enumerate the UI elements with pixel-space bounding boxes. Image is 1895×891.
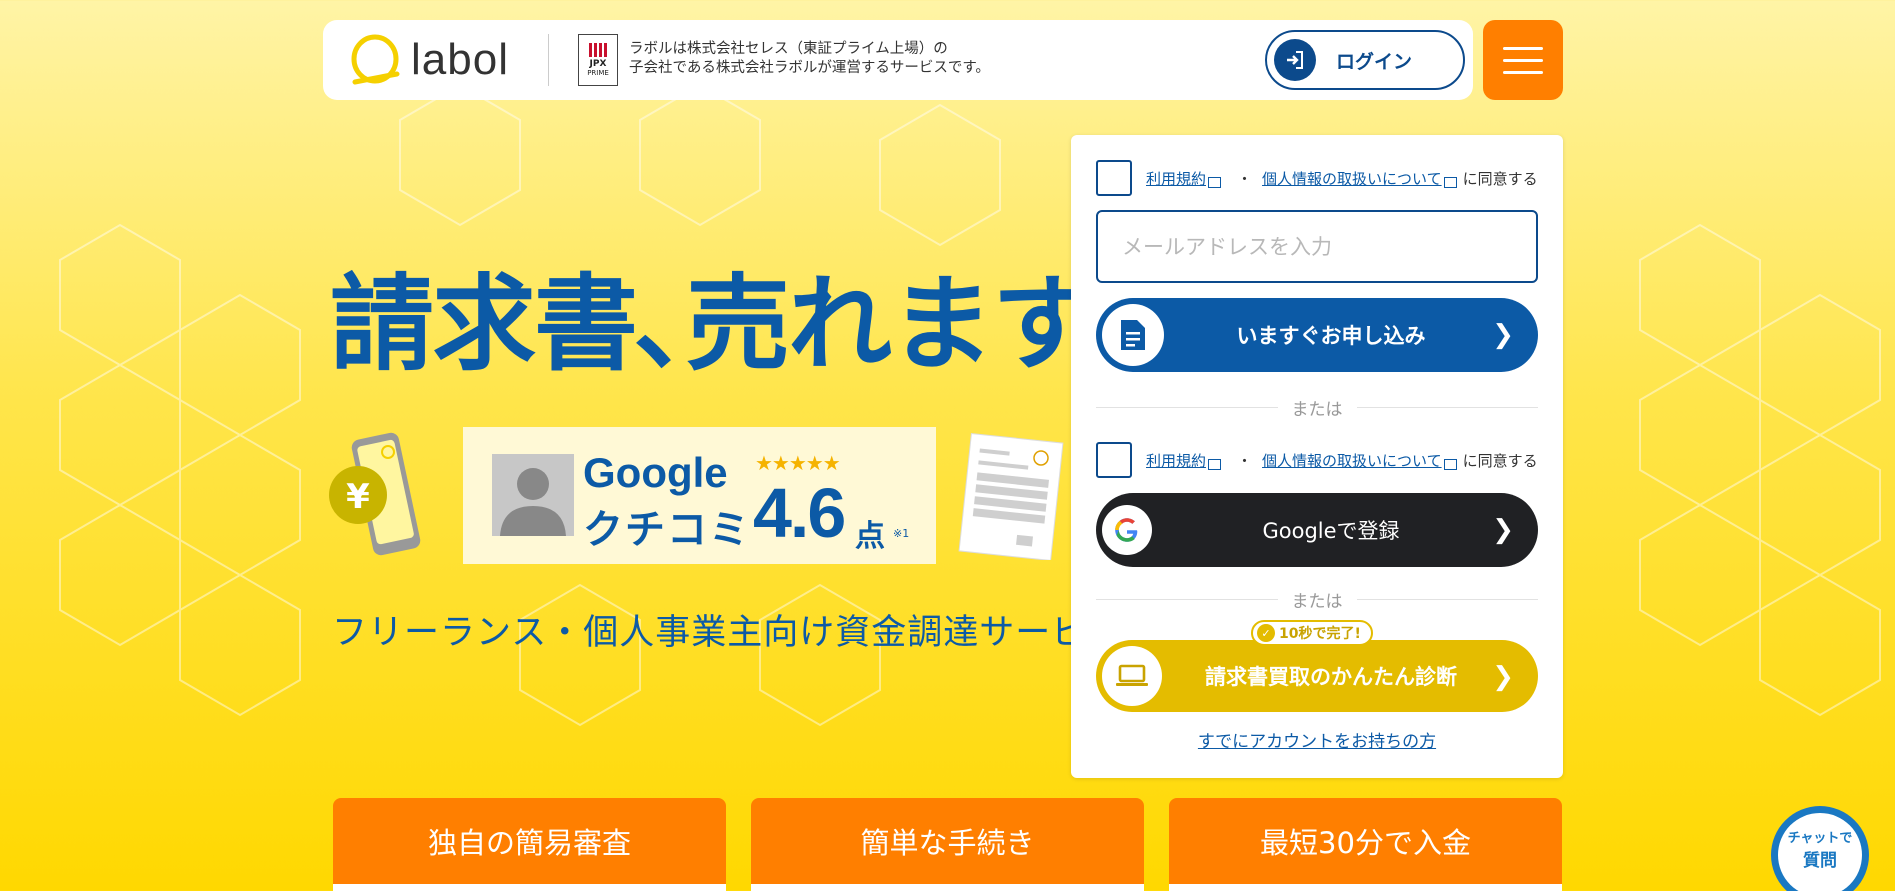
- existing-account-link[interactable]: すでにアカウントをお持ちの方: [1071, 727, 1563, 752]
- labol-logo[interactable]: labol: [347, 30, 527, 90]
- or-label: または: [1291, 592, 1343, 612]
- jpx-bars-icon: [589, 43, 607, 57]
- login-label: ログイン: [1336, 50, 1413, 73]
- header-divider: [548, 34, 549, 86]
- agree-terms-row-1: 利用規約 ・ 個人情報の取扱いについて に同意する: [1096, 160, 1538, 196]
- or-label: または: [1291, 400, 1343, 420]
- hamburger-menu-button[interactable]: [1483, 20, 1563, 100]
- terms-link[interactable]: 利用規約: [1146, 450, 1206, 471]
- feature-label: 簡単な手続き: [860, 826, 1035, 860]
- hexagon-background: [59, 83, 1881, 727]
- chevron-right-icon: ❯: [1492, 320, 1514, 350]
- or-separator-1: または: [1096, 395, 1538, 420]
- logo-text: labol: [411, 35, 509, 84]
- agree-suffix: に同意する: [1462, 169, 1538, 188]
- feature-tab-procedure: 簡単な手続き: [751, 798, 1144, 891]
- company-note: ラボルは株式会社セレス（東証プライム上場）の 子会社である株式会社ラボルが運営す…: [629, 40, 1049, 78]
- check-icon: ✓: [1257, 624, 1275, 642]
- apply-now-button[interactable]: いますぐお申し込み ❯: [1096, 298, 1538, 372]
- feature-body: [333, 884, 726, 891]
- external-link-icon: [1443, 458, 1457, 470]
- google-review-box: Google クチコミ ★★★★★ 4.6 点 ※1: [463, 427, 936, 564]
- person-icon: [500, 468, 566, 536]
- agree-checkbox-1[interactable]: [1096, 160, 1132, 196]
- site-header: labol JPX PRIME ラボルは株式会社セレス（東証プライム上場）の 子…: [323, 20, 1473, 100]
- jpx-sub-label: PRIME: [587, 69, 609, 77]
- agree-checkbox-2[interactable]: [1096, 442, 1132, 478]
- dot-separator: ・: [1237, 169, 1253, 188]
- feature-tab-payment: 最短30分で入金: [1169, 798, 1562, 891]
- privacy-link[interactable]: 個人情報の取扱いについて: [1262, 450, 1442, 471]
- feature-label: 独自の簡易審査: [427, 826, 631, 860]
- external-link-icon: [1208, 458, 1222, 470]
- logo-mark-icon: [351, 34, 400, 85]
- chat-question-button[interactable]: チャットで 質問: [1771, 806, 1869, 891]
- laptop-icon: [1102, 646, 1162, 706]
- rating-stars: ★★★★★: [755, 451, 841, 475]
- or-separator-2: または: [1096, 587, 1538, 612]
- quick-diagnosis-label: 請求書買取のかんたん診断: [1205, 665, 1457, 689]
- signup-card: 利用規約 ・ 個人情報の取扱いについて に同意する いますぐお申し込み ❯ また…: [1071, 135, 1563, 778]
- svg-text:¥: ¥: [346, 477, 370, 517]
- invoice-document-illustration: [958, 432, 1064, 560]
- feature-label: 最短30分で入金: [1260, 826, 1471, 860]
- login-button[interactable]: ログイン: [1265, 30, 1465, 90]
- rating-score: 4.6: [753, 474, 846, 552]
- feature-tab-review: 独自の簡易審査: [333, 798, 726, 891]
- document-icon: [1102, 304, 1164, 366]
- terms-link[interactable]: 利用規約: [1146, 168, 1206, 189]
- review-kuchikomi-label: クチコミ: [583, 507, 751, 553]
- dot-separator: ・: [1237, 451, 1253, 470]
- email-input[interactable]: [1096, 210, 1538, 283]
- chat-line2: 質問: [1803, 851, 1837, 871]
- quick-diagnosis-button[interactable]: 請求書買取のかんたん診断 ❯: [1096, 640, 1538, 712]
- login-icon: [1274, 39, 1316, 81]
- phone-yen-illustration: ¥: [329, 432, 421, 556]
- hero-subtitle: フリーランス・個人事業主向け資金調達サービス: [332, 613, 1124, 653]
- menu-bar-icon: [1503, 58, 1543, 62]
- external-link-icon: [1208, 176, 1222, 188]
- privacy-link[interactable]: 個人情報の取扱いについて: [1262, 168, 1442, 189]
- chevron-right-icon: ❯: [1492, 515, 1514, 545]
- company-note-line2: 子会社である株式会社ラボルが運営するサービスです。: [629, 60, 990, 76]
- external-link-icon: [1443, 176, 1457, 188]
- reviewer-avatar: [492, 454, 574, 536]
- agree-terms-row-2: 利用規約 ・ 個人情報の取扱いについて に同意する: [1096, 442, 1538, 478]
- google-signup-button[interactable]: Googleで登録 ❯: [1096, 493, 1538, 567]
- chat-line1: チャットで: [1787, 831, 1853, 846]
- menu-bar-icon: [1503, 70, 1543, 74]
- badge-label: 10秒で完了!: [1279, 626, 1361, 642]
- google-g-icon: [1102, 505, 1152, 555]
- jpx-prime-badge: JPX PRIME: [578, 34, 618, 86]
- agree-suffix: に同意する: [1462, 451, 1538, 470]
- hero-headline: 請求書､売れます: [330, 263, 1096, 385]
- chat-bubble-icon: チャットで 質問: [1778, 813, 1862, 891]
- review-google-label: Google: [583, 449, 728, 496]
- rating-unit: 点: [855, 519, 885, 554]
- menu-bar-icon: [1503, 46, 1543, 50]
- company-note-line1: ラボルは株式会社セレス（東証プライム上場）の: [629, 41, 948, 57]
- jpx-label: JPX: [589, 59, 607, 69]
- google-signup-label: Googleで登録: [1262, 519, 1400, 543]
- ten-seconds-badge: ✓ 10秒で完了!: [1251, 620, 1373, 646]
- feature-body: [1169, 884, 1562, 891]
- feature-body: [751, 884, 1144, 891]
- apply-now-label: いますぐお申し込み: [1236, 324, 1426, 348]
- rating-footnote: ※1: [893, 527, 910, 540]
- chevron-right-icon: ❯: [1492, 662, 1514, 692]
